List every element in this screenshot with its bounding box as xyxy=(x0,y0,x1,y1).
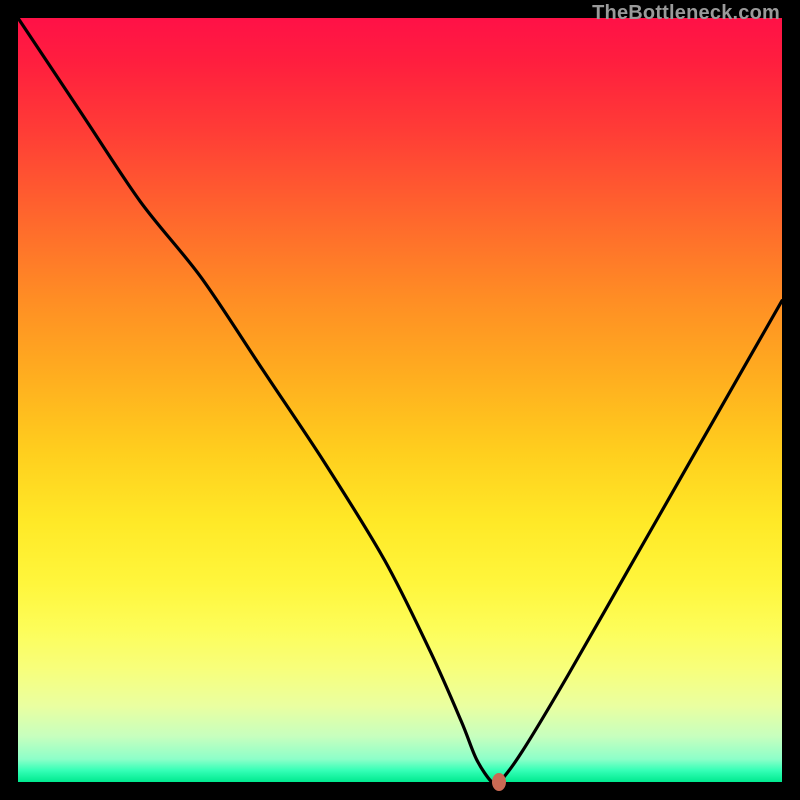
plot-area xyxy=(18,18,782,782)
chart-frame: TheBottleneck.com xyxy=(0,0,800,800)
bottleneck-curve xyxy=(18,18,782,782)
watermark-text: TheBottleneck.com xyxy=(592,2,780,25)
optimum-marker xyxy=(492,773,506,791)
curve-path xyxy=(18,18,782,782)
